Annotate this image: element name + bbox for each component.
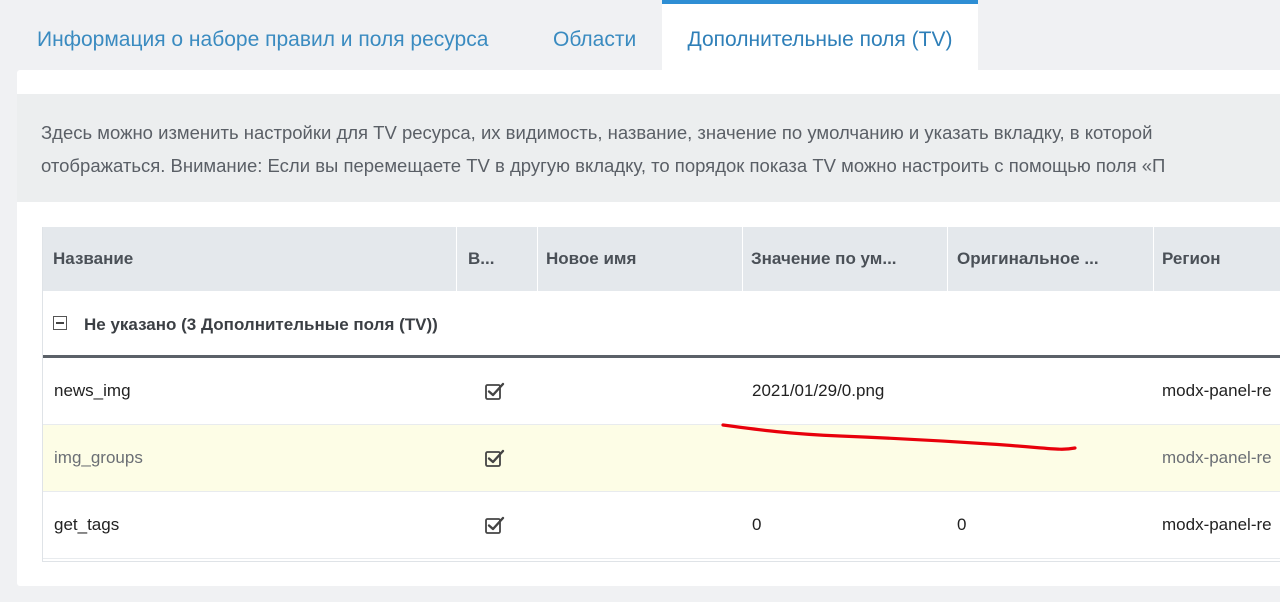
tv-default-value: 2021/01/29/0.png bbox=[752, 381, 885, 400]
tab-ruleset-info[interactable]: Информация о наборе правил и поля ресурс… bbox=[37, 0, 488, 70]
column-header-original[interactable]: Оригинальное ... bbox=[948, 227, 1154, 291]
description-line-1: Здесь можно изменить настройки для TV ре… bbox=[41, 122, 1153, 143]
table-row[interactable]: img_groups modx-panel-re bbox=[43, 425, 1280, 492]
tv-name: news_img bbox=[54, 381, 131, 400]
group-label: Не указано (3 Дополнительные поля (TV)) bbox=[84, 315, 438, 334]
checkbox-checked-icon[interactable] bbox=[485, 382, 505, 400]
group-row[interactable]: Не указано (3 Дополнительные поля (TV)) bbox=[43, 291, 1280, 358]
collapse-icon[interactable] bbox=[53, 316, 67, 330]
table-row[interactable]: get_tags 0 0 modx-panel-re bbox=[43, 492, 1280, 559]
grid-header: Название В... Новое имя Значение по ум..… bbox=[43, 227, 1280, 291]
tv-default-value: 0 bbox=[752, 515, 762, 534]
column-header-visible[interactable]: В... bbox=[457, 227, 538, 291]
tv-region: modx-panel-re bbox=[1162, 448, 1272, 467]
column-header-name[interactable]: Название bbox=[43, 227, 457, 291]
description-box: Здесь можно изменить настройки для TV ре… bbox=[17, 94, 1280, 202]
checkbox-checked-icon[interactable] bbox=[485, 449, 505, 467]
checkbox-checked-icon[interactable] bbox=[485, 516, 505, 534]
tab-bar: Информация о наборе правил и поля ресурс… bbox=[0, 0, 1280, 70]
description-line-2: отображаться. Внимание: Если вы перемеща… bbox=[41, 155, 1166, 176]
tv-name: get_tags bbox=[54, 515, 120, 534]
tv-region: modx-panel-re bbox=[1162, 381, 1272, 400]
tv-name: img_groups bbox=[54, 448, 143, 467]
column-header-default-value[interactable]: Значение по ум... bbox=[743, 227, 948, 291]
table-row[interactable]: news_img 2021/01/29/0.png modx-panel-re bbox=[43, 358, 1280, 425]
tv-grid: Название В... Новое имя Значение по ум..… bbox=[42, 227, 1280, 562]
tv-original-value: 0 bbox=[957, 515, 967, 534]
tab-regions[interactable]: Области bbox=[553, 0, 636, 70]
tab-tv-fields[interactable]: Дополнительные поля (TV) bbox=[662, 0, 978, 70]
tv-region: modx-panel-re bbox=[1162, 515, 1272, 534]
column-header-new-name[interactable]: Новое имя bbox=[538, 227, 743, 291]
column-header-region[interactable]: Регион bbox=[1154, 227, 1280, 291]
